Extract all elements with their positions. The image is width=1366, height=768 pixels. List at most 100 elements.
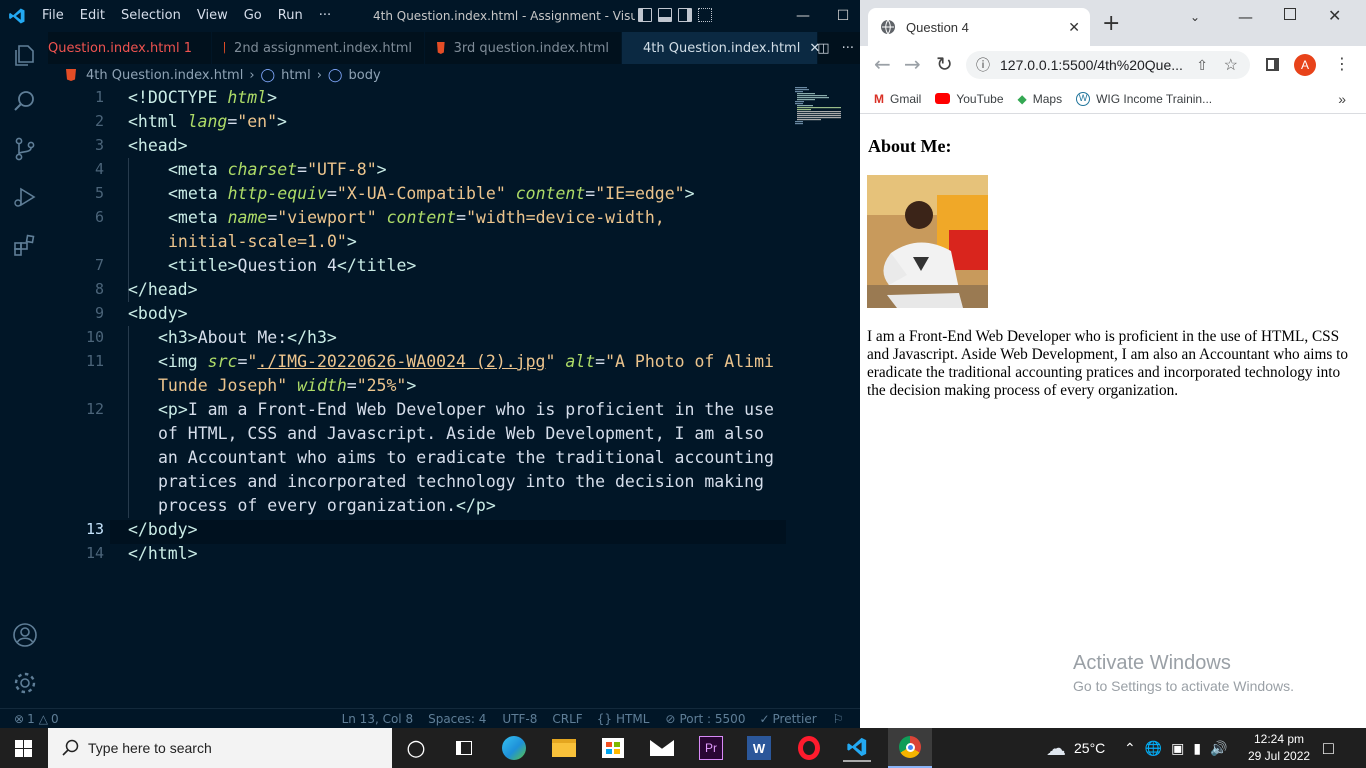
bookmark-star-icon[interactable]: ☆	[1224, 55, 1238, 75]
feedback-icon[interactable]: ⚐	[833, 712, 844, 726]
url-text[interactable]: 127.0.0.1:5500/4th%20Que...	[1000, 57, 1183, 73]
browser-tab[interactable]: Question 4 ✕	[868, 8, 1090, 46]
bookmark-youtube[interactable]: YouTube	[935, 91, 1004, 106]
opera-icon[interactable]	[795, 734, 823, 762]
error-count[interactable]: 1	[27, 712, 35, 726]
chrome-maximize-icon[interactable]	[1284, 8, 1296, 20]
run-debug-icon[interactable]	[12, 184, 38, 210]
toggle-primary-sidebar-icon[interactable]	[638, 8, 652, 22]
code-token: >	[406, 376, 417, 395]
share-icon[interactable]: ⇧	[1196, 57, 1208, 74]
warning-icon[interactable]: △	[39, 712, 48, 726]
mail-icon[interactable]	[648, 734, 676, 762]
clock[interactable]: 12:24 pm 29 Jul 2022	[1248, 728, 1310, 768]
accounts-icon[interactable]	[12, 622, 38, 648]
source-control-icon[interactable]	[12, 136, 38, 162]
bookmark-maps[interactable]: ◆ Maps	[1018, 92, 1063, 106]
line-number: 10	[85, 328, 104, 346]
reload-icon[interactable]: ↻	[936, 52, 953, 76]
chrome-minimize-icon[interactable]: —	[1238, 8, 1253, 26]
chrome-menu-icon[interactable]: ⋮	[1334, 54, 1350, 73]
word-icon[interactable]: W	[745, 734, 773, 762]
warning-count[interactable]: 0	[51, 712, 59, 726]
vscode-maximize-icon[interactable]: ☐	[826, 0, 860, 32]
code-link[interactable]: ./IMG-20220626-WA0024 (2).jpg	[257, 352, 545, 371]
new-tab-plus-icon[interactable]: +	[1102, 13, 1120, 35]
line-ending[interactable]: CRLF	[552, 712, 582, 726]
more-bookmarks-icon[interactable]: »	[1338, 91, 1346, 107]
bookmark-label: YouTube	[956, 91, 1004, 106]
breadcrumb-body[interactable]: body	[348, 68, 380, 83]
code-token: </p>	[456, 496, 496, 515]
side-panel-icon[interactable]	[1266, 58, 1279, 71]
code-token: >	[684, 184, 695, 203]
bookmark-gmail[interactable]: M Gmail	[874, 92, 921, 106]
vscode-logo-icon[interactable]	[0, 0, 34, 32]
tab-3rd-question[interactable]: 3rd question.index.html	[425, 32, 622, 64]
indentation[interactable]: Spaces: 4	[428, 712, 486, 726]
gmail-icon: M	[874, 91, 884, 106]
profile-avatar[interactable]: A	[1294, 54, 1316, 76]
menu-more[interactable]: ···	[311, 0, 339, 32]
more-actions-icon[interactable]: ···	[842, 41, 854, 56]
code-token: <h3>	[158, 328, 198, 347]
breadcrumb-html[interactable]: html	[281, 68, 311, 83]
prettier-status[interactable]: Prettier	[773, 712, 817, 726]
cortana-icon[interactable]: ○	[402, 734, 430, 762]
weather-widget[interactable]: ☁ 25°C	[1046, 728, 1105, 768]
bookmark-wig[interactable]: W WIG Income Trainin...	[1076, 91, 1212, 106]
language-mode[interactable]: HTML	[616, 712, 649, 726]
menu-run[interactable]: Run	[270, 0, 311, 32]
vscode-minimize-icon[interactable]: —	[780, 0, 826, 32]
close-tab-icon[interactable]: ✕	[1068, 19, 1080, 36]
site-info-icon[interactable]: ⓘ	[976, 55, 990, 75]
menu-view[interactable]: View	[189, 0, 236, 32]
explorer-icon[interactable]	[12, 42, 38, 68]
cursor-position[interactable]: Ln 13, Col 8	[342, 712, 414, 726]
error-icon[interactable]: ⊗	[14, 712, 24, 726]
toggle-panel-icon[interactable]	[658, 8, 672, 22]
store-icon[interactable]	[599, 734, 627, 762]
chrome-close-icon[interactable]: ✕	[1328, 6, 1341, 25]
menu-edit[interactable]: Edit	[72, 0, 113, 32]
back-arrow-icon[interactable]: ←	[874, 52, 891, 76]
code-editor[interactable]: 1 2 3 4 5 6 7 8 9 10 11 12 13 14 <!DOCTY…	[48, 86, 860, 708]
live-server-port[interactable]: Port : 5500	[679, 712, 745, 726]
address-bar[interactable]: ⓘ 127.0.0.1:5500/4th%20Que... ⇧ ☆	[966, 51, 1250, 79]
line-number: 3	[94, 136, 104, 154]
extensions-icon[interactable]	[12, 232, 38, 258]
line-number-current: 13	[85, 520, 104, 538]
edge-icon[interactable]	[500, 734, 528, 762]
menu-go[interactable]: Go	[236, 0, 270, 32]
tab-question[interactable]: Question.index.html 1	[48, 32, 212, 64]
encoding[interactable]: UTF-8	[502, 712, 537, 726]
chrome-taskbar-icon[interactable]	[888, 728, 932, 768]
menu-file[interactable]: File	[34, 0, 72, 32]
file-explorer-icon[interactable]	[550, 734, 578, 762]
taskbar-search[interactable]: Type here to search	[48, 728, 392, 768]
battery-icon[interactable]: ▮	[1193, 740, 1201, 757]
split-editor-icon[interactable]: ◫	[817, 41, 829, 56]
breadcrumb-file[interactable]: 4th Question.index.html	[86, 68, 243, 83]
customize-layout-icon[interactable]	[698, 8, 712, 22]
meet-now-icon[interactable]: ▣	[1171, 740, 1184, 757]
system-tray: ⌃ 🌐 ▣ ▮ 🔊	[1124, 728, 1228, 768]
premiere-icon[interactable]: Pr	[697, 734, 725, 762]
network-globe-icon[interactable]: 🌐	[1145, 740, 1162, 757]
tab-4th-question[interactable]: 4th Question.index.html ✕	[622, 32, 820, 64]
bookmark-label: Gmail	[890, 91, 922, 106]
search-icon[interactable]	[12, 88, 38, 114]
chevron-up-icon[interactable]: ⌃	[1124, 740, 1136, 757]
tab-search-chevron-down-icon[interactable]: ⌄	[1190, 10, 1200, 24]
task-view-icon[interactable]	[450, 734, 478, 762]
tab-2nd-assignment[interactable]: 2nd assignment.index.html	[212, 32, 425, 64]
vscode-taskbar-icon[interactable]	[843, 734, 871, 762]
toggle-secondary-sidebar-icon[interactable]	[678, 8, 692, 22]
settings-gear-icon[interactable]	[12, 670, 38, 696]
menu-selection[interactable]: Selection	[113, 0, 189, 32]
forward-arrow-icon[interactable]: →	[904, 52, 921, 76]
notification-icon[interactable]: □	[1323, 728, 1334, 768]
volume-icon[interactable]: 🔊	[1210, 740, 1227, 757]
minimap[interactable]	[793, 86, 857, 126]
windows-start-icon[interactable]	[15, 740, 32, 757]
